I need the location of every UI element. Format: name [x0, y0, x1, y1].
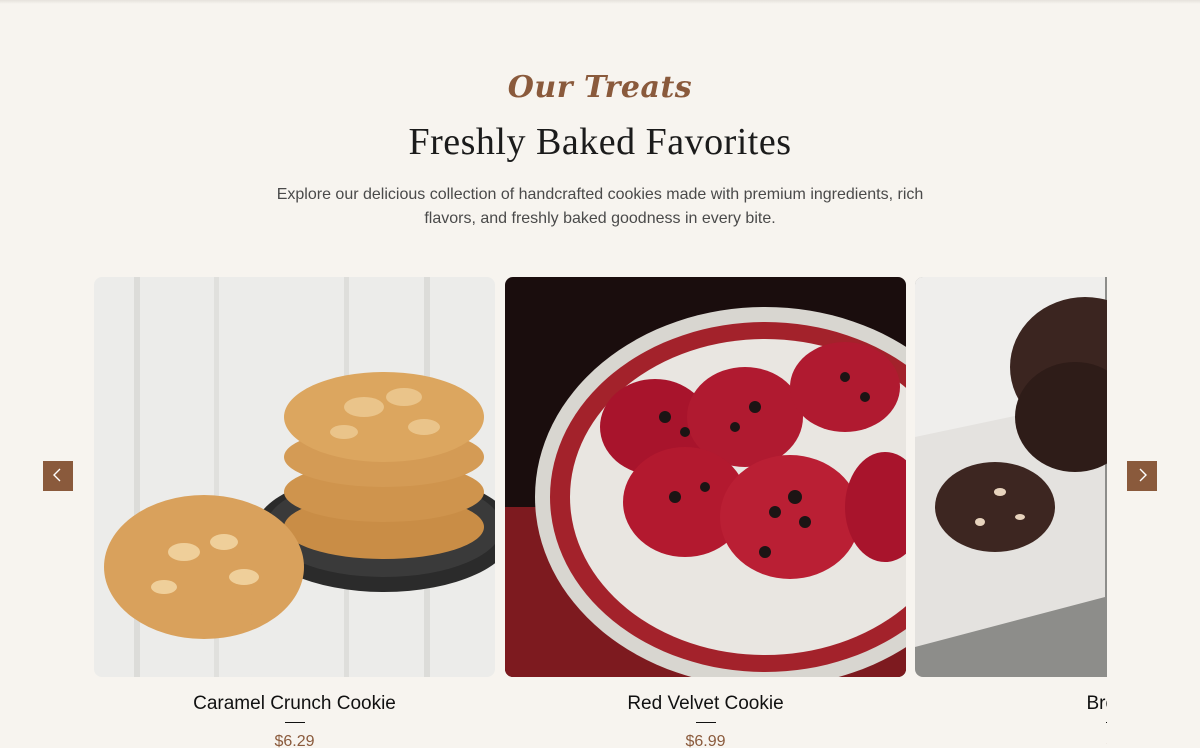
- divider: [284, 722, 305, 723]
- product-name[interactable]: Caramel Crunch Cookie: [94, 693, 495, 715]
- section-title: Freshly Baked Favorites: [408, 121, 792, 163]
- product-carousel: Caramel Crunch Cookie $6.29 Red Velvet C…: [94, 277, 1107, 748]
- product-image-brownie-cookie[interactable]: [915, 277, 1107, 677]
- product-price: $5: [915, 733, 1108, 748]
- product-image-caramel-crunch-cookie[interactable]: [94, 277, 495, 677]
- carousel-prev-button[interactable]: [43, 461, 73, 491]
- chevron-right-icon: [1135, 467, 1149, 486]
- section-eyebrow: Our Treats: [507, 70, 693, 105]
- product-image-red-velvet-cookie[interactable]: [505, 277, 906, 677]
- product-name[interactable]: Red Velvet Cookie: [505, 693, 906, 715]
- carousel-next-button[interactable]: [1127, 461, 1157, 491]
- product-name[interactable]: Browni: [915, 693, 1107, 715]
- header-shadow: [0, 0, 1200, 4]
- divider: [695, 722, 716, 723]
- product-card[interactable]: Browni $5: [915, 277, 1107, 748]
- product-price: $6.29: [274, 733, 315, 748]
- chevron-left-icon: [51, 467, 65, 486]
- section-description: Explore our delicious collection of hand…: [276, 186, 924, 227]
- product-card[interactable]: Caramel Crunch Cookie $6.29: [94, 277, 495, 748]
- product-price: $6.99: [685, 733, 726, 748]
- divider: [1105, 722, 1107, 723]
- product-card[interactable]: Red Velvet Cookie $6.99: [505, 277, 906, 748]
